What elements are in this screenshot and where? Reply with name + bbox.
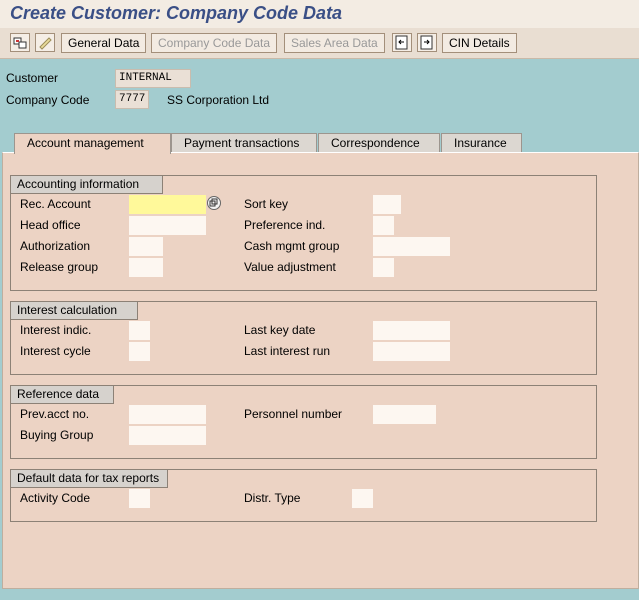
group-title: Accounting information	[10, 175, 163, 194]
application-toolbar: General Data Company Code Data Sales Are…	[0, 28, 639, 59]
customer-label: Customer	[6, 71, 59, 85]
personnel-number-label: Personnel number	[244, 407, 343, 421]
sort-key-label: Sort key	[244, 197, 289, 211]
sort-key-field[interactable]	[373, 195, 401, 214]
company-code-field: 7777	[115, 90, 149, 109]
prev-acct-no-field[interactable]	[129, 405, 206, 424]
authorization-field[interactable]	[129, 237, 163, 256]
head-office-field[interactable]	[129, 216, 206, 235]
personnel-number-field[interactable]	[373, 405, 436, 424]
reference-data-group: Reference data	[10, 385, 597, 459]
last-interest-run-label: Last interest run	[244, 344, 331, 358]
title-bar: Create Customer: Company Code Data	[0, 0, 639, 28]
interest-indic-label: Interest indic.	[20, 323, 92, 337]
cash-mgmt-group-label: Cash mgmt group	[244, 239, 340, 253]
cash-mgmt-group-field[interactable]	[373, 237, 450, 256]
page-title: Create Customer: Company Code Data	[10, 3, 343, 23]
distr-type-label: Distr. Type	[244, 491, 301, 505]
general-data-button[interactable]: General Data	[61, 33, 147, 53]
tax-reports-group: Default data for tax reports	[10, 469, 597, 522]
last-key-date-field[interactable]	[373, 321, 450, 340]
sales-area-data-button[interactable]: Sales Area Data	[284, 33, 385, 53]
head-office-label: Head office	[20, 218, 81, 232]
previous-screen-icon[interactable]	[392, 33, 412, 52]
other-customer-icon[interactable]	[10, 33, 30, 52]
value-adjustment-field[interactable]	[373, 258, 394, 277]
next-screen-icon[interactable]	[417, 33, 437, 52]
preference-ind-field[interactable]	[373, 216, 394, 235]
group-title: Interest calculation	[10, 301, 138, 320]
rec-account-label: Rec. Account	[20, 197, 91, 211]
authorization-label: Authorization	[20, 239, 91, 253]
value-adjustment-label: Value adjustment	[244, 260, 336, 274]
tab-payment-transactions[interactable]: Payment transactions	[171, 133, 317, 153]
company-code-data-button[interactable]: Company Code Data	[151, 33, 278, 53]
buying-group-field[interactable]	[129, 426, 206, 445]
buying-group-label: Buying Group	[20, 428, 94, 442]
interest-indic-field[interactable]	[129, 321, 150, 340]
interest-cycle-field[interactable]	[129, 342, 150, 361]
activity-code-label: Activity Code	[20, 491, 91, 505]
group-title: Reference data	[10, 385, 114, 404]
group-title: Default data for tax reports	[10, 469, 168, 488]
interest-calculation-group: Interest calculation	[10, 301, 597, 375]
last-key-date-label: Last key date	[244, 323, 316, 337]
tab-insurance[interactable]: Insurance	[441, 133, 522, 153]
cin-details-button[interactable]: CIN Details	[442, 33, 517, 53]
possible-entries-icon[interactable]	[207, 196, 221, 210]
activity-code-field[interactable]	[129, 489, 150, 508]
release-group-field[interactable]	[129, 258, 163, 277]
rec-account-field[interactable]	[129, 195, 206, 214]
company-code-label: Company Code	[6, 93, 90, 107]
tab-account-management[interactable]: Account management	[14, 133, 171, 154]
company-name-text: SS Corporation Ltd	[167, 93, 270, 107]
last-interest-run-field[interactable]	[373, 342, 450, 361]
edit-pencil-icon[interactable]	[35, 33, 55, 52]
interest-cycle-label: Interest cycle	[20, 344, 91, 358]
preference-ind-label: Preference ind.	[244, 218, 326, 232]
release-group-label: Release group	[20, 260, 99, 274]
tab-correspondence[interactable]: Correspondence	[318, 133, 440, 153]
distr-type-field[interactable]	[352, 489, 373, 508]
customer-field: INTERNAL	[115, 69, 191, 88]
prev-acct-no-label: Prev.acct no.	[20, 407, 90, 421]
